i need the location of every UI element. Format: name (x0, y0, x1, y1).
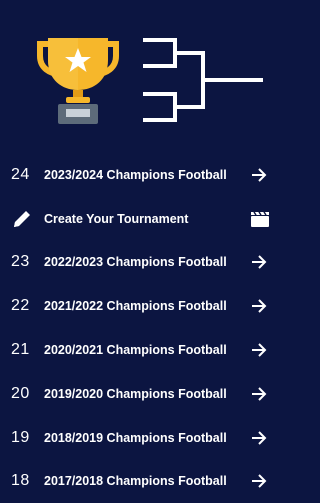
arrow-right-icon[interactable] (250, 429, 268, 447)
season-number: 22 (11, 297, 30, 315)
tournament-title: 2019/2020 Champions Football (44, 386, 227, 401)
tournament-title: 2017/2018 Champions Football (44, 474, 227, 489)
tournament-bracket-icon (143, 38, 263, 122)
arrow-right-icon[interactable] (250, 341, 268, 359)
pencil-icon (14, 210, 30, 227)
arrow-right-icon[interactable] (250, 297, 268, 315)
season-number: 24 (11, 165, 30, 183)
tournament-row-2022-2023[interactable]: 23 2022/2023 Champions Football (0, 241, 281, 285)
tournament-row-2019-2020[interactable]: 20 2019/2020 Champions Football (0, 372, 281, 416)
header-banner (0, 0, 281, 150)
season-number: 20 (11, 384, 30, 402)
season-number: 18 (11, 472, 30, 490)
tournament-title: 2021/2022 Champions Football (44, 299, 227, 314)
create-tournament-label: Create Your Tournament (44, 211, 189, 226)
tournament-row-2020-2021[interactable]: 21 2020/2021 Champions Football (0, 328, 281, 372)
season-number: 19 (11, 428, 30, 446)
tournament-title: 2020/2021 Champions Football (44, 343, 227, 358)
tournament-row-2018-2019[interactable]: 19 2018/2019 Champions Football (0, 416, 281, 460)
tournament-list: 24 2023/2024 Champions Football Create Y… (0, 153, 281, 503)
clapperboard-icon[interactable] (250, 210, 270, 228)
tournament-title: 2018/2019 Champions Football (44, 430, 227, 445)
season-number: 23 (11, 253, 30, 271)
arrow-right-icon[interactable] (250, 253, 268, 271)
tournament-row-2021-2022[interactable]: 22 2021/2022 Champions Football (0, 284, 281, 328)
tournament-row-2023-2024[interactable]: 24 2023/2024 Champions Football (0, 153, 281, 197)
arrow-right-icon[interactable] (250, 166, 268, 184)
create-tournament-row[interactable]: Create Your Tournament (0, 197, 281, 241)
tournament-row-2017-2018[interactable]: 18 2017/2018 Champions Football (0, 460, 281, 503)
arrow-right-icon[interactable] (250, 472, 268, 490)
tournament-title: 2023/2024 Champions Football (44, 167, 227, 182)
trophy-icon (37, 38, 119, 124)
tournament-title: 2022/2023 Champions Football (44, 255, 227, 270)
arrow-right-icon[interactable] (250, 385, 268, 403)
season-number: 21 (11, 341, 30, 359)
